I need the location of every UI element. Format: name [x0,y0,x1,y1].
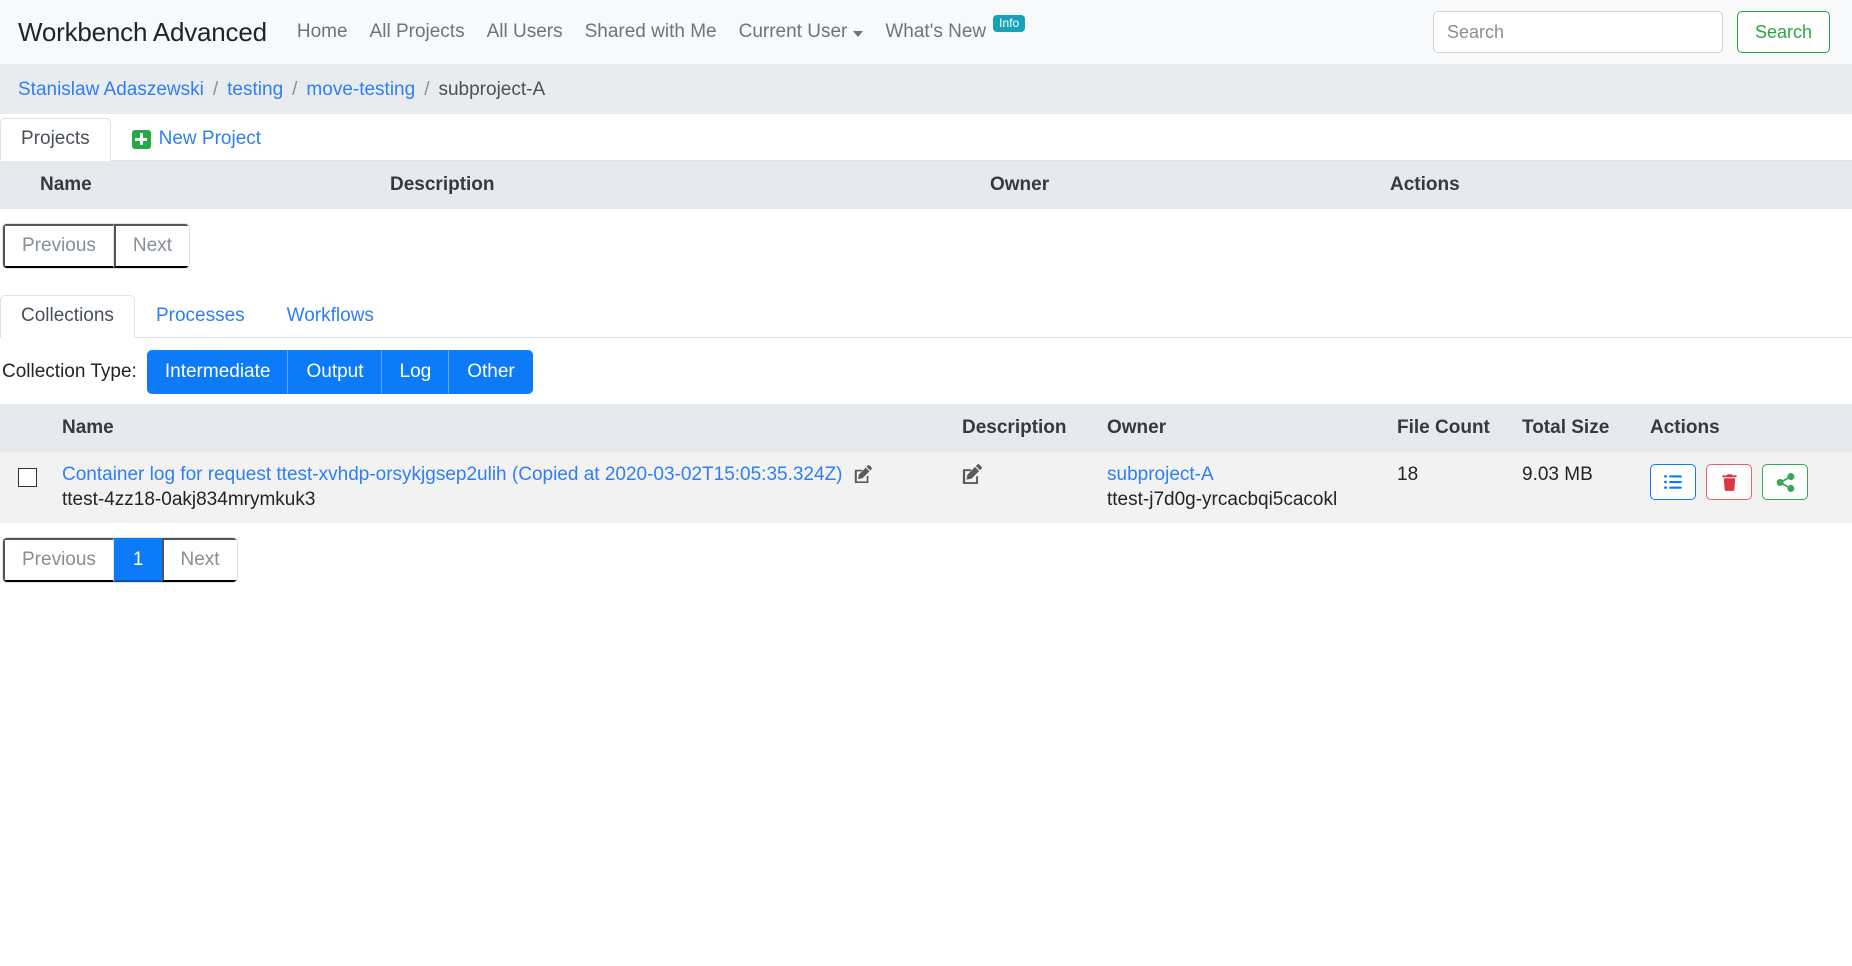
table-row: Container log for request ttest-xvhdp-or… [0,452,1852,523]
projects-tabs: Projects New Project [0,114,1852,161]
top-navbar: Workbench Advanced Home All Projects All… [0,0,1852,65]
breadcrumb: Stanislaw Adaszewski / testing / move-te… [0,65,1852,114]
filter-intermediate-button[interactable]: Intermediate [146,350,289,394]
info-badge: Info [993,14,1026,32]
nav-link-whats-new-label: What's New [885,21,987,42]
tab-collections[interactable]: Collections [0,295,135,338]
filter-other-button[interactable]: Other [449,350,533,394]
tab-workflows[interactable]: Workflows [266,295,395,338]
projects-col-description: Description [390,174,495,195]
share-icon [1776,472,1794,492]
projects-pagination: Previous Next [2,223,190,269]
nav-link-whats-new[interactable]: What's New Info [885,14,1026,43]
projects-pagination-next[interactable]: Next [113,224,189,268]
projects-col-actions: Actions [1390,174,1460,195]
breadcrumb-item-2[interactable]: move-testing [306,79,415,101]
filter-log-button[interactable]: Log [381,350,450,394]
row-checkbox[interactable] [18,468,37,487]
projects-table-head: Name Description Owner Actions [0,161,1852,209]
nav-link-home-label: Home [296,21,348,42]
projects-pagination-previous[interactable]: Previous [3,224,114,268]
nav-link-all-users-label: All Users [486,21,563,42]
row-description-cell [952,452,1097,523]
nav-link-all-projects[interactable]: All Projects [370,21,465,43]
collection-uuid: ttest-4zz18-0akj834mrymkuk3 [62,489,316,510]
share-button[interactable] [1762,464,1808,500]
collections-pagination-page-1[interactable]: 1 [113,538,162,582]
row-owner-cell: subproject-A ttest-j7d0g-yrcacbqi5cacokl [1097,452,1387,523]
collections-pagination-previous[interactable]: Previous [3,538,114,582]
details-button[interactable] [1650,464,1696,500]
collections-table-head: Name Description Owner File Count Total … [0,404,1852,452]
projects-section: Projects New Project Name Description Ow… [0,114,1852,269]
collections-section: Collections Processes Workflows Collecti… [0,291,1852,583]
collection-type-filter: Collection Type: Intermediate Output Log… [0,338,1852,404]
breadcrumb-item-0[interactable]: Stanislaw Adaszewski [18,79,204,101]
row-select-cell [0,452,52,523]
search-input[interactable] [1432,11,1723,53]
collections-table: Name Description Owner File Count Total … [0,404,1852,523]
primary-nav: Home All Projects All Users Shared with … [297,14,1026,43]
projects-header-row: Name Description Owner Actions [0,161,1852,209]
collections-col-name: Name [62,417,114,438]
collections-pagination: Previous 1 Next [2,537,238,583]
trash-icon [1721,473,1737,491]
edit-description-icon[interactable] [962,464,982,484]
row-actions-cell [1640,452,1852,523]
projects-col-owner: Owner [990,174,1050,195]
nav-link-current-user-label: Current User [738,21,848,42]
row-name-cell: Container log for request ttest-xvhdp-or… [52,452,952,523]
search-button[interactable]: Search [1736,11,1830,53]
collections-col-total-size: Total Size [1522,417,1610,438]
collections-header-row: Name Description Owner File Count Total … [0,404,1852,452]
breadcrumb-item-1[interactable]: testing [227,79,283,101]
delete-button[interactable] [1706,464,1752,500]
collections-table-body: Container log for request ttest-xvhdp-or… [0,452,1852,523]
list-icon [1664,475,1682,489]
projects-table: Name Description Owner Actions [0,161,1852,209]
breadcrumb-separator: / [292,78,298,100]
edit-name-icon[interactable] [854,465,872,483]
collection-name-link[interactable]: Container log for request ttest-xvhdp-or… [62,464,843,485]
tab-projects-label: Projects [21,128,90,149]
tab-projects[interactable]: Projects [0,118,111,161]
tab-workflows-label: Workflows [286,305,374,326]
app-brand: Workbench Advanced [18,16,267,47]
nav-link-current-user[interactable]: Current User [739,21,864,43]
chevron-down-icon [853,31,864,37]
plus-square-icon [131,129,151,149]
collections-col-actions: Actions [1650,417,1720,438]
tab-processes-label: Processes [155,305,245,326]
row-total-size-cell: 9.03 MB [1512,452,1640,523]
collection-type-button-group: Intermediate Output Log Other [146,350,533,394]
breadcrumb-separator: / [212,78,219,100]
collections-col-owner: Owner [1107,417,1167,438]
new-project-label: New Project [158,128,262,149]
nav-link-shared-with-me-label: Shared with Me [584,21,717,42]
owner-uuid: ttest-j7d0g-yrcacbqi5cacokl [1107,489,1338,510]
row-file-count-cell: 18 [1387,452,1512,523]
navbar-search-area: Search [1432,11,1830,53]
row-action-buttons [1650,464,1842,500]
breadcrumb-item-current: subproject-A [438,78,546,100]
projects-pagination-wrap: Previous Next [0,209,1852,269]
nav-link-shared-with-me[interactable]: Shared with Me [585,21,717,43]
projects-col-name: Name [40,174,92,195]
collections-col-select [0,404,52,452]
new-project-button[interactable]: New Project [111,118,282,161]
owner-link[interactable]: subproject-A [1107,464,1214,485]
filter-output-button[interactable]: Output [288,350,382,394]
breadcrumb-separator: / [424,78,430,100]
collections-col-description: Description [962,417,1067,438]
tab-processes[interactable]: Processes [135,295,266,338]
nav-link-all-users[interactable]: All Users [487,21,563,43]
collections-pagination-next[interactable]: Next [161,538,237,582]
nav-link-all-projects-label: All Projects [369,21,465,42]
collections-col-file-count: File Count [1397,417,1490,438]
collection-type-label: Collection Type: [2,361,137,382]
collections-pagination-wrap: Previous 1 Next [0,523,1852,583]
tab-collections-label: Collections [21,305,114,326]
nav-link-home[interactable]: Home [297,21,348,43]
collections-tabs: Collections Processes Workflows [0,291,1852,338]
